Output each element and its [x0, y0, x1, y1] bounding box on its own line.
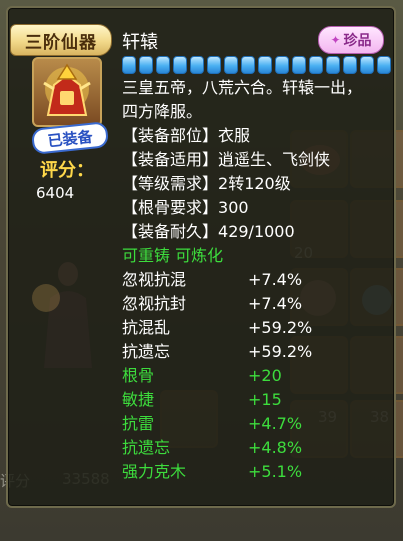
- refine-segment: [343, 56, 357, 74]
- info-slot: 【装备部位】衣服: [122, 124, 392, 148]
- attribute-name: 抗雷: [122, 414, 155, 433]
- info-value: 429/1000: [218, 222, 295, 241]
- refine-segment: [173, 56, 187, 74]
- info-level: 【等级需求】2转120级: [122, 172, 392, 196]
- description-line: 四方降服。: [122, 102, 203, 121]
- attribute-name: 抗遗忘: [122, 438, 171, 457]
- attribute-name: 抗遗忘: [122, 342, 171, 361]
- attribute-row: 强力克木 +5.1%: [122, 460, 392, 484]
- refine-segment: [122, 56, 136, 74]
- attribute-name: 敏捷: [122, 390, 155, 409]
- attribute-value: +7.4%: [248, 270, 303, 289]
- item-icon: [32, 57, 102, 127]
- attribute-list: 忽视抗混 +7.4% 忽视抗封 +7.4% 抗混乱 +59.2% 抗遗忘 +59.2% …: [122, 268, 392, 484]
- rarity-star-icon: ✦: [330, 33, 341, 47]
- refine-segment: [309, 56, 323, 74]
- rarity-badge: ✦ 珍品: [318, 26, 384, 54]
- rarity-label: 珍品: [343, 33, 372, 49]
- attribute-row: 抗遗忘 +59.2%: [122, 340, 392, 364]
- info-label: 【装备适用】: [122, 150, 219, 169]
- refine-segment: [360, 56, 374, 74]
- attribute-row: 抗混乱 +59.2%: [122, 316, 392, 340]
- refine-segment: [292, 56, 306, 74]
- info-label: 【装备耐久】: [122, 222, 219, 241]
- attribute-value: +4.7%: [248, 414, 303, 433]
- refine-segment: [326, 56, 340, 74]
- info-durability: 【装备耐久】429/1000: [122, 220, 392, 244]
- item-tier-tag: 三阶仙器: [10, 24, 112, 56]
- refine-segment: [139, 56, 153, 74]
- refine-segment: [190, 56, 204, 74]
- attribute-value: +59.2%: [248, 342, 313, 361]
- item-flags: 可重铸 可炼化: [122, 246, 224, 265]
- attribute-name: 强力克木: [122, 462, 187, 481]
- info-label: 【根骨要求】: [122, 198, 219, 217]
- info-value: 300: [218, 198, 249, 217]
- info-bone: 【根骨要求】300: [122, 196, 392, 220]
- info-value: 衣服: [218, 126, 251, 145]
- attribute-row: 忽视抗封 +7.4%: [122, 292, 392, 316]
- attribute-row: 抗遗忘 +4.8%: [122, 436, 392, 460]
- character-silhouette: [32, 262, 92, 368]
- info-label: 【等级需求】: [122, 174, 219, 193]
- attribute-value: +7.4%: [248, 294, 303, 313]
- refine-segment: [224, 56, 238, 74]
- item-name: 轩辕: [122, 32, 158, 53]
- description-line: 三皇五帝，八荒六合。轩辕一出，: [122, 78, 363, 97]
- attribute-name: 忽视抗混: [122, 270, 187, 289]
- attribute-row: 抗雷 +4.7%: [122, 412, 392, 436]
- attribute-row: 敏捷 +15: [122, 388, 392, 412]
- refine-segment: [275, 56, 289, 74]
- refine-segment: [156, 56, 170, 74]
- info-value: 2转120级: [218, 174, 291, 193]
- attribute-name: 根骨: [122, 366, 155, 385]
- attribute-name: 忽视抗封: [122, 294, 187, 313]
- info-value: 逍遥生、飞剑侠: [218, 150, 331, 169]
- armor-icon: [43, 63, 91, 116]
- info-applicable: 【装备适用】逍遥生、飞剑侠: [122, 148, 392, 172]
- attribute-value: +4.8%: [248, 438, 303, 457]
- attribute-name: 抗混乱: [122, 318, 171, 337]
- refine-segment: [207, 56, 221, 74]
- refine-segment: [377, 56, 391, 74]
- attribute-value: +15: [248, 390, 282, 409]
- info-label: 【装备部位】: [122, 126, 219, 145]
- score-value: 6404: [36, 184, 75, 202]
- refine-segment: [258, 56, 272, 74]
- attribute-value: +20: [248, 366, 282, 385]
- refine-segment: [241, 56, 255, 74]
- item-tooltip: 三阶仙器 轩辕 ✦ 珍品 已装备 评分： 6404 三皇五帝，八荒六合。轩辕一出…: [6, 6, 396, 508]
- refine-level-bar: [122, 56, 391, 74]
- score-label: 评分：: [40, 160, 94, 181]
- item-details: 三皇五帝，八荒六合。轩辕一出， 四方降服。 【装备部位】衣服 【装备适用】逍遥生…: [122, 76, 392, 484]
- attribute-value: +5.1%: [248, 462, 303, 481]
- attribute-value: +59.2%: [248, 318, 313, 337]
- attribute-row: 根骨 +20: [122, 364, 392, 388]
- attribute-row: 忽视抗混 +7.4%: [122, 268, 392, 292]
